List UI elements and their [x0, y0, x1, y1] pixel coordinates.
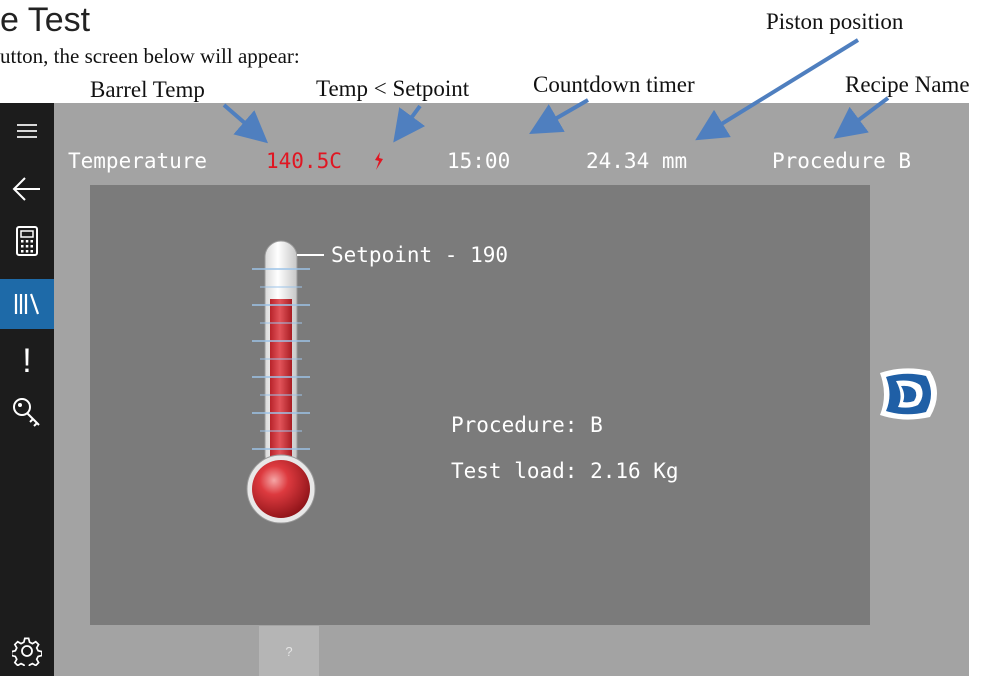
document-title: e Test	[0, 1, 91, 39]
key-icon	[13, 398, 40, 427]
callout-barrel-temp: Barrel Temp	[90, 77, 205, 102]
alert-icon: !	[22, 342, 32, 380]
sidebar-item-calculator[interactable]	[0, 215, 54, 267]
callout-temp-below-setpoint: Temp < Setpoint	[316, 76, 470, 101]
piston-position: 24.34 mm	[586, 149, 688, 173]
temp-below-setpoint-icon	[375, 152, 383, 170]
sidebar-item-security[interactable]	[0, 387, 54, 439]
brand-logo	[880, 368, 937, 420]
gear-icon	[12, 637, 42, 666]
setpoint-label: Setpoint - 190	[331, 243, 509, 267]
callout-countdown-timer: Countdown timer	[533, 72, 695, 97]
help-tab[interactable]: ?	[259, 626, 319, 676]
status-bar: Temperature 140.5C 15:00 24.34 mm Proced…	[0, 103, 969, 183]
app-screen: ! Temperature 140.5C 15:00 24.34 mm Proc…	[0, 103, 969, 676]
calculator-icon	[16, 226, 38, 256]
countdown-timer: 15:00	[447, 149, 511, 173]
document-subtitle: utton, the screen below will appear:	[0, 44, 300, 68]
thermometer-icon	[246, 240, 324, 524]
procedure-label: Procedure: B	[451, 413, 603, 437]
sidebar-item-alerts[interactable]: !	[0, 335, 54, 387]
temperature-label: Temperature	[68, 149, 208, 173]
sidebar-item-settings[interactable]	[0, 626, 54, 676]
test-load-label: Test load: 2.16 Kg	[451, 459, 679, 483]
recipe-name: Procedure B	[772, 149, 912, 173]
sidebar: !	[0, 103, 54, 676]
callout-piston-position: Piston position	[766, 9, 904, 34]
test-panel: Setpoint - 190 Procedure: B Test load: 2…	[90, 185, 870, 625]
library-icon	[14, 293, 40, 315]
barrel-temperature-value: 140.5C	[266, 149, 342, 173]
sidebar-item-library[interactable]	[0, 279, 54, 329]
callout-recipe-name: Recipe Name	[845, 72, 970, 97]
